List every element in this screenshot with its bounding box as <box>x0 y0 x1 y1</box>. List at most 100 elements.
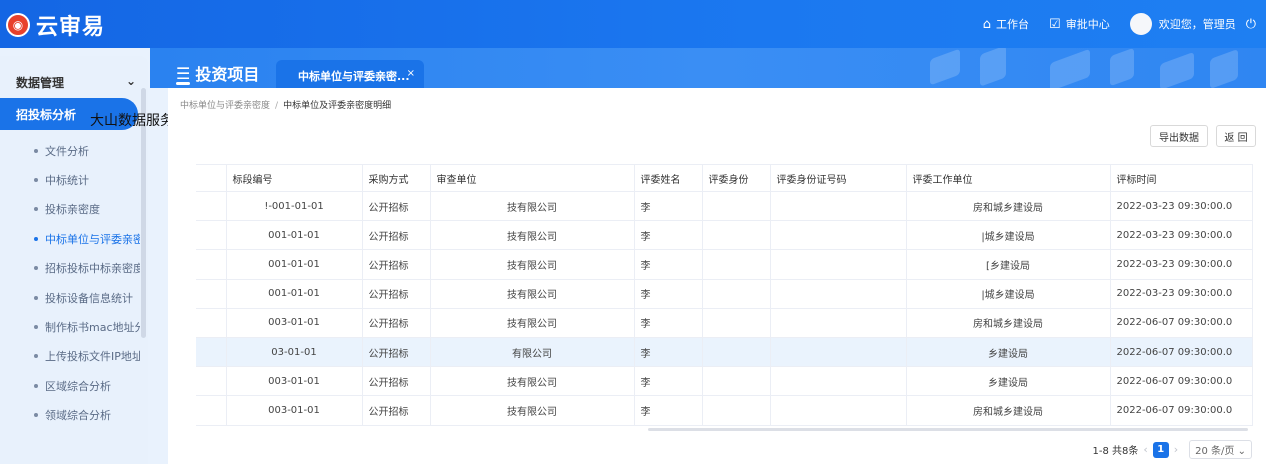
table-cell-blank <box>196 279 227 309</box>
detail-table: 标段编号 采购方式 审查单位 评委姓名 评委身份 评委身份证号码 评委工作单位 评标时间 !-… <box>196 164 1253 426</box>
table-header-cell[interactable]: 审查单位 <box>430 164 635 192</box>
table-cell: 2022-06-07 09:30:00.0 <box>1110 308 1253 338</box>
table-cell: 2022-06-07 09:30:00.0 <box>1110 395 1253 426</box>
table-cell <box>770 366 907 397</box>
table-row[interactable]: 003-01-01 公开招标 技有限公司李 房和城乡建设局 2022-06-07 09:… <box>196 395 1253 426</box>
table-cell-blank <box>196 191 227 222</box>
table-header-cell[interactable]: 评委身份 <box>702 164 771 192</box>
table-cell: 001-01-01 <box>226 220 363 251</box>
table-header-cell[interactable]: 标段编号 <box>226 164 363 192</box>
table-row[interactable]: 001-01-01 公开招标 技有限公司李 |城乡建设局 2022-03-23 09:3… <box>196 279 1253 309</box>
table-cell <box>702 366 771 397</box>
table-cell-blank <box>196 337 227 368</box>
header-actions: ⌂ 工作台 ☑ 审批中心 欢迎您，管理员 ⏻ <box>963 0 1256 48</box>
table-header-cell[interactable]: 评标时间 <box>1110 164 1253 192</box>
table-cell: 李 <box>634 308 703 338</box>
table-cell: 李 <box>634 337 703 368</box>
workbench-label: 工作台 <box>996 18 1030 31</box>
table-cell <box>702 337 771 368</box>
home-icon: ⌂ <box>982 16 992 32</box>
app-logo[interactable]: ◉ 云审易 <box>6 9 105 41</box>
sidebar-item[interactable]: 中标统计 <box>0 165 140 194</box>
sidebar-item[interactable]: 投标亲密度 <box>0 195 140 224</box>
table-cell <box>702 279 771 309</box>
sidebar-item[interactable]: 招标投标中标亲密度 <box>0 254 140 283</box>
sidebar-item[interactable]: 领域综合分析 <box>0 401 140 430</box>
page-size-select[interactable]: 20 条/页 ⌄ <box>1189 440 1252 459</box>
table-cell <box>770 220 907 251</box>
table-cell-blank <box>196 249 227 280</box>
table-cell: 2022-06-07 09:30:00.0 <box>1110 337 1253 368</box>
table-header-cell[interactable]: 评委工作单位 <box>906 164 1111 192</box>
table-cell: 技有限公司 <box>430 366 635 397</box>
sidebar-group-data-management[interactable]: 数据管理 ⌄ <box>16 74 136 91</box>
content-panel: 中标单位与评委亲密度 / 中标单位及评委亲密度明细 导出数据 返 回 标段编号 采购方… <box>168 88 1266 464</box>
table-cell: 房和城乡建设局 <box>906 395 1111 426</box>
table-cell: 公开招标 <box>362 308 431 338</box>
table-cell: 公开招标 <box>362 249 431 280</box>
sidebar-item[interactable]: 中标单位与评委亲密 <box>0 224 140 253</box>
approval-icon: ☑ <box>1049 16 1061 32</box>
table-cell: 李 <box>634 191 703 222</box>
table-cell: 2022-06-07 09:30:00.0 <box>1110 366 1253 397</box>
table-cell: !-001-01-01 <box>226 191 363 222</box>
sidebar-item[interactable]: 区域综合分析 <box>0 371 140 400</box>
table-cell: |城乡建设局 <box>906 279 1111 309</box>
logo-emblem-icon: ◉ <box>6 13 30 37</box>
table-cell: 公开招标 <box>362 337 431 368</box>
table-cell <box>770 279 907 309</box>
sidebar-item-label: 投标设备信息统计 <box>45 291 133 305</box>
prev-page-icon[interactable]: ‹ <box>1143 443 1147 456</box>
sidebar-item-label: 领域综合分析 <box>45 409 111 423</box>
table-row[interactable]: 001-01-01 公开招标 技有限公司李 |城乡建设局 2022-03-23 09:3… <box>196 220 1253 251</box>
tab-bid-intimacy[interactable]: 中标单位与评委亲密... × <box>276 60 424 90</box>
sidebar-item-label: 中标单位与评委亲密 <box>45 232 140 246</box>
sidebar-item[interactable]: 文件分析 <box>0 136 140 165</box>
sidebar-item-label: 区域综合分析 <box>45 379 111 393</box>
approval-center-link[interactable]: ☑ 审批中心 <box>1049 16 1110 32</box>
sidebar-item[interactable]: 制作标书mac地址分 <box>0 312 140 341</box>
table-cell-blank <box>196 366 227 397</box>
sidebar-item[interactable]: 投标设备信息统计 <box>0 283 140 312</box>
pagination-summary: 1-8 共8条 <box>1092 446 1139 457</box>
table-header-cell[interactable]: 采购方式 <box>362 164 431 192</box>
table-cell: 2022-03-23 09:30:00.0 <box>1110 249 1253 280</box>
next-page-icon[interactable]: › <box>1174 443 1178 456</box>
sidebar-submenu: 文件分析 中标统计 投标亲密度中标单位与评委亲密招标投标中标亲密度投标设备信息统计制… <box>0 136 148 430</box>
table-cell: 2022-03-23 09:30:00.0 <box>1110 220 1253 251</box>
workbench-link[interactable]: ⌂ 工作台 <box>983 16 1029 32</box>
table-header-cell[interactable]: 评委身份证号码 <box>770 164 907 192</box>
table-cell: 房和城乡建设局 <box>906 191 1111 222</box>
power-icon[interactable]: ⏻ <box>1246 17 1256 32</box>
close-icon[interactable]: × <box>407 68 415 79</box>
table-row[interactable]: 03-01-01 公开招标 有限公司李 乡建设局 2022-06-07 09:30:00… <box>196 337 1253 368</box>
table-row[interactable]: 003-01-01 公开招标 技有限公司李 乡建设局 2022-06-07 09:30:… <box>196 366 1253 397</box>
table-cell: 李 <box>634 366 703 397</box>
breadcrumb-parent[interactable]: 中标单位与评委亲密度 <box>180 101 270 111</box>
sidebar-item[interactable]: 上传投标文件IP地址 <box>0 342 140 371</box>
table-cell: 公开招标 <box>362 220 431 251</box>
table-row[interactable]: !-001-01-01 公开招标 技有限公司李 房和城乡建设局 2022-03-23 0… <box>196 191 1253 222</box>
table-cell: 乡建设局 <box>906 337 1111 368</box>
sidebar-item-label: 上传投标文件IP地址 <box>45 350 140 364</box>
back-button[interactable]: 返 回 <box>1216 125 1256 147</box>
export-button[interactable]: 导出数据 <box>1150 125 1208 147</box>
table-row[interactable]: 003-01-01 公开招标 技有限公司李 房和城乡建设局 2022-06-07 09:… <box>196 308 1253 338</box>
table-cell <box>702 308 771 338</box>
page-title-text: 投资项目 <box>195 65 260 84</box>
table-cell: |城乡建设局 <box>906 220 1111 251</box>
table-cell: 001-01-01 <box>226 279 363 309</box>
avatar[interactable] <box>1129 13 1152 35</box>
table-cell <box>770 395 907 426</box>
table-header-cell[interactable]: 评委姓名 <box>634 164 703 192</box>
welcome-text: 欢迎您，管理员 <box>1158 18 1236 31</box>
approval-center-label: 审批中心 <box>1065 18 1110 31</box>
user-menu[interactable]: 欢迎您，管理员 ⏻ <box>1129 13 1256 35</box>
table-cell: [乡建设局 <box>906 249 1111 280</box>
page-number-current[interactable]: 1 <box>1152 441 1169 458</box>
breadcrumb: 中标单位与评委亲密度 / 中标单位及评委亲密度明细 <box>180 101 392 111</box>
table-horizontal-scrollbar[interactable] <box>648 428 1248 431</box>
app-name: 云审易 <box>36 15 106 40</box>
breadcrumb-current: 中标单位及评委亲密度明细 <box>283 101 392 111</box>
table-row[interactable]: 001-01-01 公开招标 技有限公司李 [乡建设局 2022-03-23 09:30… <box>196 249 1253 280</box>
